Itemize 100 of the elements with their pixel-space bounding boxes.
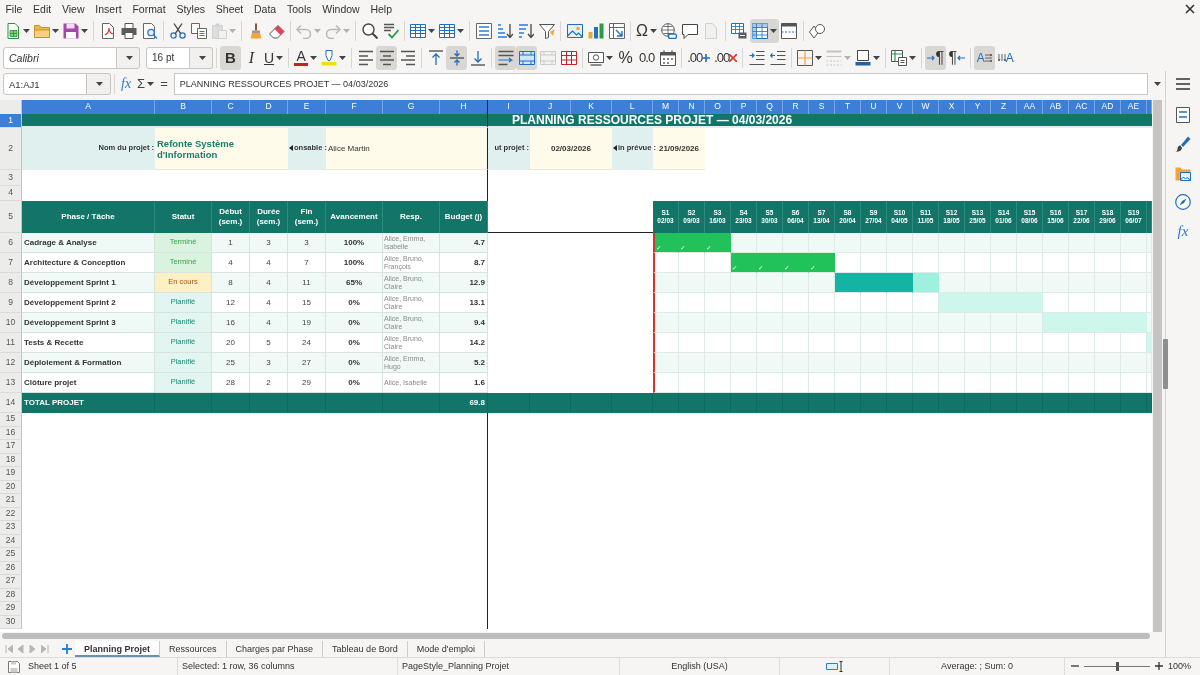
row-header[interactable]: 29 <box>0 602 22 616</box>
right-to-left-button[interactable]: ¶ <box>946 45 968 70</box>
row-header[interactable]: 15 <box>0 413 22 427</box>
column-header[interactable]: V <box>887 100 913 114</box>
slider-thumb[interactable] <box>1116 662 1119 671</box>
row-header[interactable]: 3 <box>0 170 22 186</box>
column-header[interactable]: I <box>488 100 530 114</box>
sheet-tab[interactable]: Planning Projet <box>75 640 160 657</box>
row-header[interactable]: 5 <box>0 201 22 233</box>
column-header[interactable]: G <box>383 100 440 114</box>
menu-item[interactable]: Help <box>365 1 398 17</box>
row-header[interactable]: 23 <box>0 521 22 535</box>
row-header[interactable]: 7 <box>0 253 22 273</box>
zoom-in-button[interactable] <box>1154 662 1164 671</box>
freeze-button[interactable] <box>749 19 779 43</box>
dropdown-button[interactable] <box>87 73 111 95</box>
menu-item[interactable]: Format <box>127 1 172 17</box>
column-header[interactable]: K <box>571 100 612 114</box>
merge-center-button[interactable] <box>516 45 538 70</box>
close-button[interactable] <box>1185 4 1195 14</box>
vertical-scrollbar[interactable] <box>1153 100 1162 632</box>
menu-item[interactable]: Tools <box>281 1 317 17</box>
row-header[interactable]: 25 <box>0 548 22 562</box>
column-header[interactable]: F <box>326 100 383 114</box>
function-wizard-button[interactable]: fx <box>118 73 135 95</box>
delete-decimal-button[interactable]: .00 <box>712 45 740 70</box>
name-box[interactable]: A1:AJ1 <box>3 73 87 95</box>
standard-button[interactable]: 0.0 <box>636 45 658 70</box>
menu-item[interactable]: Insert <box>89 1 127 17</box>
sheet-tab[interactable]: Tableau de Bord <box>323 640 408 657</box>
column-header[interactable]: N <box>679 100 705 114</box>
dropdown-button[interactable] <box>117 46 140 69</box>
dropdown-button[interactable] <box>190 46 213 69</box>
column-header[interactable]: A <box>22 100 155 114</box>
formula-button[interactable]: = <box>157 73 171 95</box>
row-header[interactable]: 8 <box>0 273 22 293</box>
sheet-tab[interactable]: Charges par Phase <box>226 640 324 657</box>
percent-button[interactable]: % <box>615 45 637 70</box>
row-header[interactable]: 12 <box>0 353 22 373</box>
column-header[interactable]: AC <box>1069 100 1095 114</box>
row-header[interactable]: 14 <box>0 393 22 413</box>
sidebar-handle[interactable] <box>1163 339 1168 389</box>
row-header[interactable]: 9 <box>0 293 22 313</box>
menu-item[interactable]: File <box>0 1 28 17</box>
row-header[interactable]: 27 <box>0 575 22 589</box>
column-header[interactable]: J <box>530 100 571 114</box>
text-horizontal-button[interactable]: A <box>974 45 996 70</box>
column-header[interactable]: U <box>861 100 887 114</box>
underline-button[interactable]: U <box>262 45 286 70</box>
bold-button[interactable]: B <box>220 45 241 70</box>
column-header[interactable]: M <box>653 100 679 114</box>
column-header[interactable]: X <box>939 100 965 114</box>
left-to-right-button[interactable]: ¶ <box>925 45 947 70</box>
align-center-button[interactable] <box>376 45 398 70</box>
row-header[interactable]: 1 <box>0 114 22 128</box>
column-header[interactable]: L <box>612 100 653 114</box>
row-header[interactable]: 2 <box>0 128 22 170</box>
text-vertical-button[interactable]: A <box>995 45 1017 70</box>
wrap-text-button[interactable] <box>495 45 517 70</box>
menu-item[interactable]: View <box>56 1 90 17</box>
column-header[interactable]: AB <box>1043 100 1069 114</box>
column-header[interactable]: AA <box>1017 100 1043 114</box>
row-header[interactable]: 4 <box>0 186 22 201</box>
sheet-tab[interactable]: Ressources <box>160 640 227 657</box>
row-header[interactable]: 17 <box>0 440 22 454</box>
sum-button[interactable]: Σ <box>134 73 158 95</box>
column-header[interactable]: O <box>705 100 731 114</box>
column-header[interactable]: Y <box>965 100 991 114</box>
add-decimal-button[interactable]: .00 <box>685 45 713 70</box>
font-name-field[interactable]: Calibri <box>3 46 117 69</box>
column-header[interactable]: AD <box>1095 100 1121 114</box>
column-header[interactable]: Q <box>757 100 783 114</box>
row-header[interactable]: 21 <box>0 494 22 508</box>
horizontal-scrollbar[interactable] <box>2 633 1150 639</box>
column-header[interactable]: C <box>212 100 250 114</box>
menu-item[interactable]: Sheet <box>210 1 249 17</box>
row-header[interactable]: 10 <box>0 313 22 333</box>
menu-item[interactable]: Data <box>248 1 282 17</box>
column-header[interactable]: D <box>250 100 288 114</box>
italic-button[interactable]: I <box>241 45 262 70</box>
column-header[interactable]: S <box>809 100 835 114</box>
column-header[interactable]: T <box>835 100 861 114</box>
column-header[interactable]: Z <box>991 100 1017 114</box>
menu-item[interactable]: Styles <box>171 1 211 17</box>
font-color-button[interactable]: A <box>292 45 320 70</box>
column-header[interactable]: AE <box>1121 100 1147 114</box>
column-header[interactable]: W <box>913 100 939 114</box>
align-middle-button[interactable] <box>446 45 468 70</box>
column-header[interactable]: P <box>731 100 757 114</box>
column-header[interactable]: H <box>440 100 488 114</box>
sidebar-tab[interactable]: fx <box>1171 220 1195 242</box>
sheet-tab[interactable]: Mode d'emploi <box>407 640 485 657</box>
font-size-field[interactable]: 16 pt <box>146 46 190 69</box>
row-header[interactable]: 13 <box>0 373 22 393</box>
special-character-button[interactable]: Ω <box>634 19 659 43</box>
row-header[interactable]: 6 <box>0 233 22 253</box>
menu-item[interactable]: Edit <box>27 1 57 17</box>
row-header[interactable]: 11 <box>0 333 22 353</box>
column-header[interactable]: E <box>288 100 326 114</box>
column-header[interactable]: R <box>783 100 809 114</box>
